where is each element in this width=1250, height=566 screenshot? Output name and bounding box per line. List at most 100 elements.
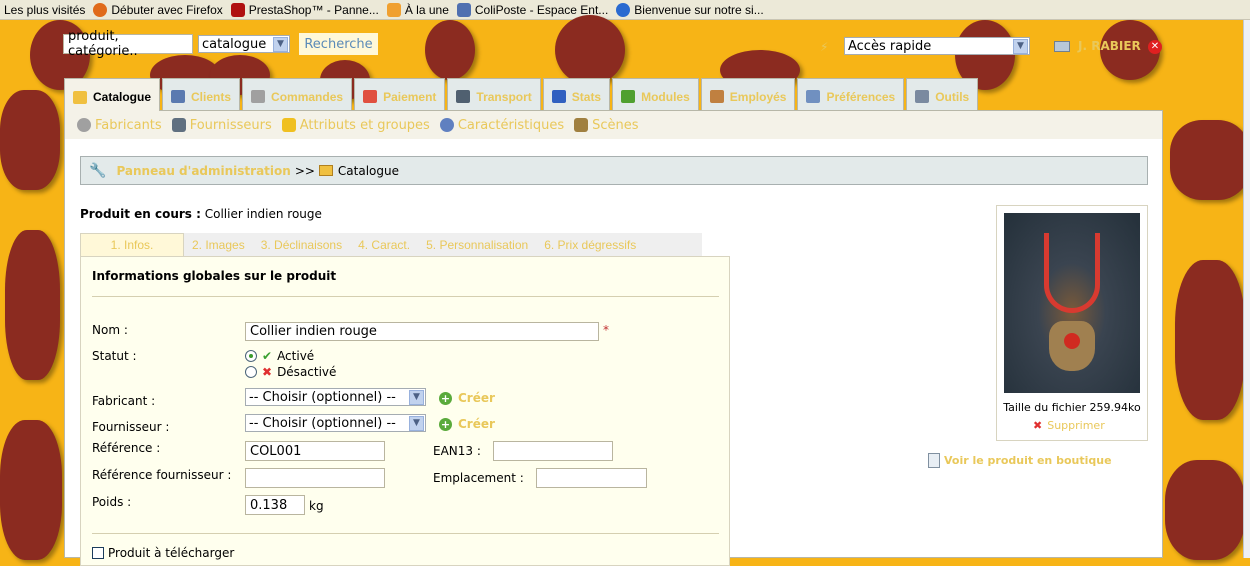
site-icon xyxy=(616,2,631,17)
weight-label: Poids : xyxy=(92,495,132,509)
gear-icon xyxy=(77,118,91,132)
tab-preferences[interactable]: Préférences xyxy=(797,78,905,110)
payment-icon xyxy=(363,90,378,103)
subnav-caracteristiques[interactable]: Caractéristiques xyxy=(439,118,564,133)
folder-icon xyxy=(318,165,333,176)
tab-images[interactable]: 2. Images xyxy=(184,233,253,256)
tab-paiement[interactable]: Paiement xyxy=(354,78,446,110)
create-manufacturer-link[interactable]: + Créer xyxy=(439,391,495,405)
scrollbar[interactable] xyxy=(1243,20,1250,558)
user-name[interactable]: J. RABIER xyxy=(1078,39,1141,53)
tab-catalogue[interactable]: Catalogue xyxy=(64,78,161,111)
main-panel: Fabricants Fournisseurs Attributs et gro… xyxy=(64,110,1163,566)
preview-page-icon xyxy=(928,453,940,468)
divider xyxy=(92,533,719,534)
tab-modules[interactable]: Modules xyxy=(612,78,699,110)
name-label: Nom : xyxy=(92,323,128,337)
search-scope-select[interactable]: catalogue ▼ xyxy=(198,35,290,53)
product-image xyxy=(1004,213,1140,393)
subnav-attributs[interactable]: Attributs et groupes xyxy=(281,118,430,133)
cross-icon: ✖ xyxy=(1033,419,1043,432)
tab-clients[interactable]: Clients xyxy=(162,78,241,110)
supplier-icon xyxy=(171,118,186,132)
supplier-label: Fournisseur : xyxy=(92,420,170,434)
eye-icon xyxy=(439,118,454,132)
bookmark-firefox[interactable]: Débuter avec Firefox xyxy=(93,2,223,17)
tab-employes[interactable]: Employés xyxy=(700,78,796,110)
tab-stats[interactable]: Stats xyxy=(542,78,611,110)
client-icon xyxy=(171,90,186,103)
main-tabs: Catalogue Clients Commandes Paiement Tra… xyxy=(64,78,980,111)
subnav-fabricants[interactable]: Fabricants xyxy=(77,118,162,133)
rss-icon xyxy=(386,2,401,17)
breadcrumb-root[interactable]: Panneau d'administration xyxy=(116,164,290,178)
subnav-fournisseurs[interactable]: Fournisseurs xyxy=(171,118,272,133)
attributes-icon xyxy=(281,118,296,132)
bookmark-prestashop[interactable]: PrestaShop™ - Panne... xyxy=(230,2,379,17)
product-tabs: 1. Infos. 2. Images 3. Déclinaisons 4. C… xyxy=(80,233,702,256)
ean13-input[interactable] xyxy=(493,441,613,461)
search-button[interactable]: Recherche xyxy=(299,33,378,55)
truck-icon xyxy=(456,90,471,103)
current-product: Produit en cours : Collier indien rouge xyxy=(80,207,322,221)
file-size: Taille du fichier 259.94ko xyxy=(1003,401,1141,414)
divider xyxy=(92,296,719,297)
status-inactive-radio[interactable]: ✖ Désactivé xyxy=(245,365,336,379)
tab-prix-degressifs[interactable]: 6. Prix dégressifs xyxy=(536,233,644,256)
view-in-shop-link[interactable]: Voir le produit en boutique xyxy=(928,453,1112,468)
product-form: Informations globales sur le produit Nom… xyxy=(80,256,730,566)
chevron-down-icon: ▼ xyxy=(1013,38,1028,54)
chevron-down-icon: ▼ xyxy=(273,36,288,52)
name-input[interactable]: Collier indien rouge xyxy=(245,322,599,341)
supplier-select[interactable]: -- Choisir (optionnel) -- ▼ xyxy=(245,414,426,432)
tab-transport[interactable]: Transport xyxy=(447,78,541,110)
checkbox[interactable] xyxy=(92,547,104,559)
location-label: Emplacement : xyxy=(433,471,524,485)
weight-unit: kg xyxy=(309,499,324,513)
cross-icon: ✖ xyxy=(262,365,273,379)
tab-declinaisons[interactable]: 3. Déclinaisons xyxy=(253,233,350,256)
ean13-label: EAN13 : xyxy=(433,444,481,458)
bookmark-bienvenue[interactable]: Bienvenue sur notre si... xyxy=(616,2,764,17)
location-input[interactable] xyxy=(536,468,647,488)
check-icon: ✔ xyxy=(262,349,273,363)
prestashop-icon xyxy=(230,2,245,17)
sub-navigation: Fabricants Fournisseurs Attributs et gro… xyxy=(65,111,1162,139)
search-input[interactable]: produit, catégorie.. xyxy=(63,29,193,59)
reference-input[interactable]: COL001 xyxy=(245,441,385,461)
picture-icon xyxy=(574,118,589,132)
tab-commandes[interactable]: Commandes xyxy=(242,78,353,110)
breadcrumb-separator: >> xyxy=(294,163,315,178)
add-icon: + xyxy=(439,417,452,431)
firefox-icon xyxy=(93,2,108,17)
radio-unchecked[interactable] xyxy=(245,366,257,378)
status-active-radio[interactable]: ✔ Activé xyxy=(245,349,314,363)
add-icon: + xyxy=(439,391,452,405)
chevron-down-icon: ▼ xyxy=(409,415,424,431)
bookmark-most-visited[interactable]: Les plus visités xyxy=(4,3,85,17)
radio-checked[interactable] xyxy=(245,350,257,362)
wrench-icon: 🔧 xyxy=(89,162,107,179)
supplier-reference-input[interactable] xyxy=(245,468,385,488)
tab-outils[interactable]: Outils xyxy=(906,78,979,110)
tab-caract[interactable]: 4. Caract. xyxy=(350,233,418,256)
folder-icon xyxy=(73,90,87,104)
breadcrumb-current: Catalogue xyxy=(337,163,399,178)
logout-icon[interactable]: ✕ xyxy=(1148,40,1162,54)
weight-input[interactable]: 0.138 xyxy=(245,495,305,515)
tab-infos[interactable]: 1. Infos. xyxy=(80,233,184,256)
coliposte-icon xyxy=(456,2,471,17)
employees-icon xyxy=(709,90,724,103)
quick-access-select[interactable]: Accès rapide ▼ xyxy=(844,37,1030,55)
chevron-down-icon: ▼ xyxy=(409,389,424,405)
bookmark-a-la-une[interactable]: À la une xyxy=(386,2,449,17)
cart-icon xyxy=(251,90,266,103)
manufacturer-label: Fabricant : xyxy=(92,394,156,408)
manufacturer-select[interactable]: -- Choisir (optionnel) -- ▼ xyxy=(245,388,426,406)
delete-image-link[interactable]: ✖ Supprimer xyxy=(1033,419,1105,432)
create-supplier-link[interactable]: + Créer xyxy=(439,417,495,431)
required-marker: * xyxy=(603,323,609,337)
subnav-scenes[interactable]: Scènes xyxy=(574,118,639,133)
bar-chart-icon xyxy=(551,90,566,103)
tab-personnalisation[interactable]: 5. Personnalisation xyxy=(418,233,536,256)
